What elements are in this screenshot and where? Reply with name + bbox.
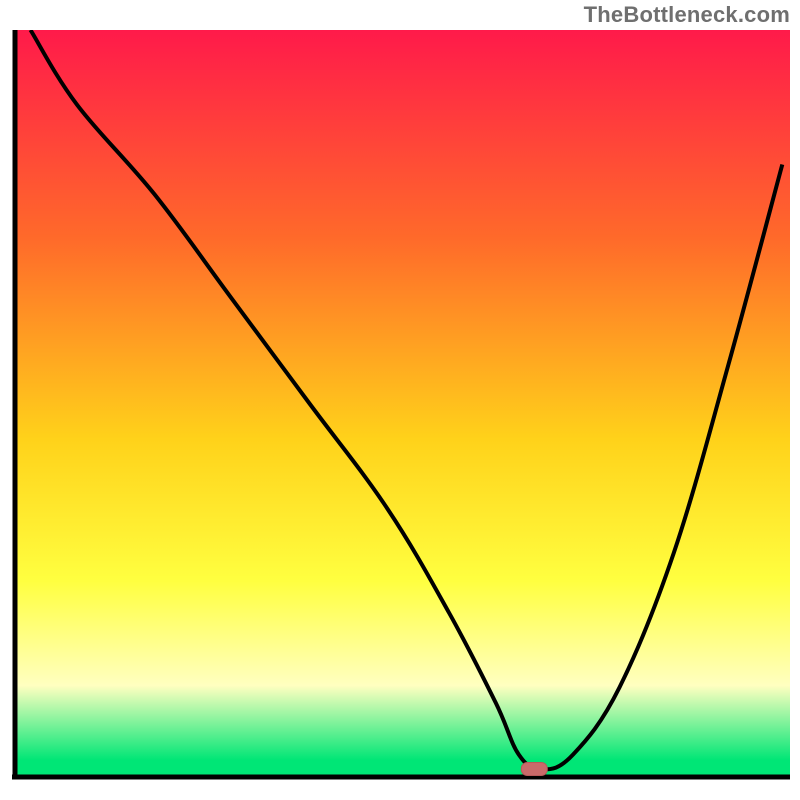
chart-svg [0,0,800,800]
watermark-text: TheBottleneck.com [584,2,790,28]
gradient-background [15,30,790,775]
optimum-marker [521,763,547,776]
bottleneck-chart: TheBottleneck.com [0,0,800,800]
